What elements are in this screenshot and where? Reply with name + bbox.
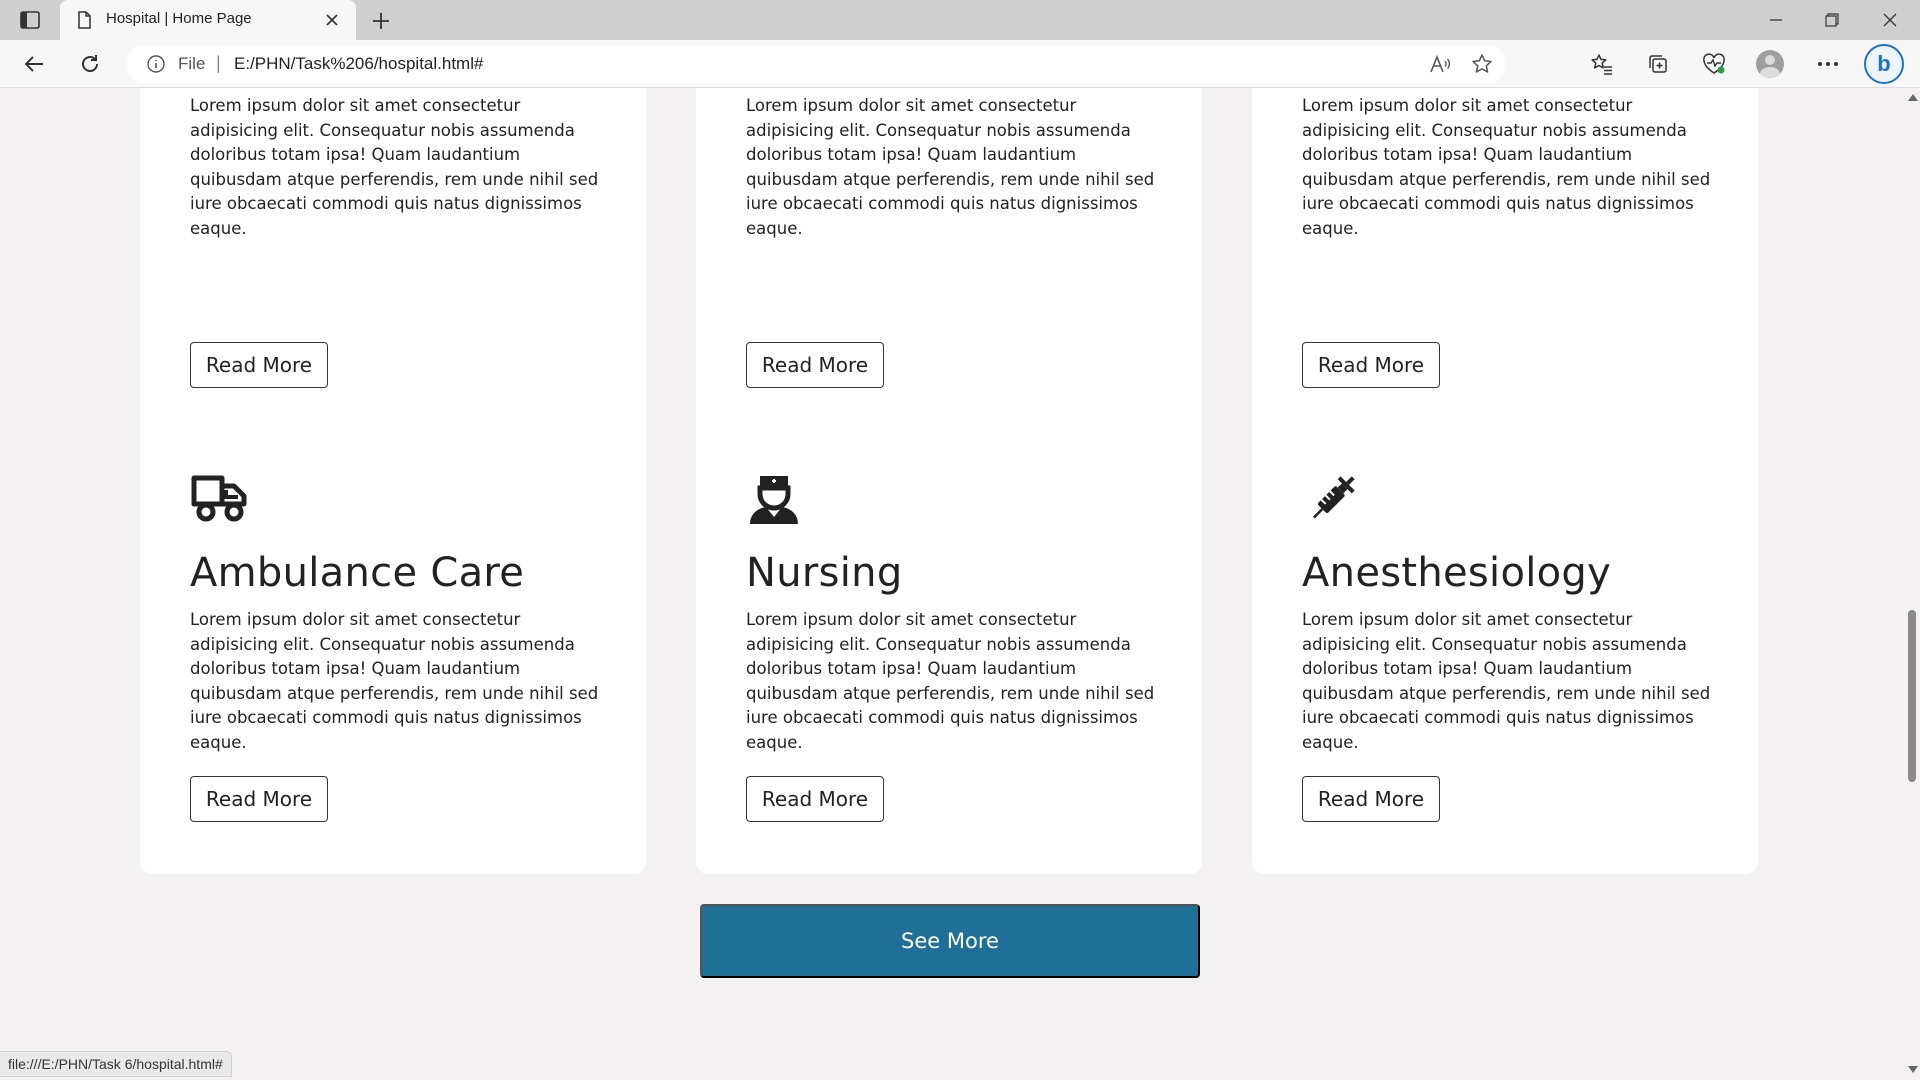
syringe-icon [1302, 472, 1362, 526]
service-description: Lorem ipsum dolor sit amet consectetur a… [746, 610, 1155, 752]
scroll-down-icon[interactable] [1908, 1066, 1918, 1073]
tab-title: Hospital | Home Page [106, 10, 252, 27]
address-url[interactable]: E:/PHN/Task%206/hospital.html# [234, 54, 483, 74]
read-more-button[interactable]: Read More [1302, 342, 1440, 388]
service-title: Anesthesiology [1302, 550, 1612, 596]
read-more-button[interactable]: Read More [1302, 776, 1440, 822]
address-separator: | [216, 53, 221, 73]
browser-tab-bar: Hospital | Home Page [0, 0, 1920, 40]
close-tab-icon[interactable] [322, 10, 342, 30]
service-description: Lorem ipsum dolor sit amet consectetur a… [190, 610, 599, 752]
service-title: Ambulance Care [190, 550, 525, 596]
browser-tab-active[interactable]: Hospital | Home Page [60, 0, 356, 40]
service-card-nursing: Nursing Lorem ipsum dolor sit amet conse… [696, 402, 1202, 874]
page-icon [74, 10, 94, 30]
service-description: Lorem ipsum dolor sit amet consectetur a… [746, 96, 1155, 238]
service-description: Lorem ipsum dolor sit amet consectetur a… [1302, 610, 1711, 752]
info-icon[interactable] [146, 54, 166, 74]
service-title: Nursing [746, 550, 903, 596]
read-more-button[interactable]: Read More [190, 776, 328, 822]
see-more-button[interactable]: See More [700, 904, 1200, 978]
scrollbar-thumb[interactable] [1908, 610, 1916, 782]
read-aloud-icon[interactable] [1428, 52, 1452, 76]
service-card: Lorem ipsum dolor sit amet consectetur a… [696, 88, 1202, 440]
minimize-icon[interactable] [1756, 6, 1796, 34]
favorites-icon[interactable] [1586, 48, 1618, 80]
read-more-button[interactable]: Read More [190, 342, 328, 388]
nurse-icon [746, 472, 806, 526]
new-tab-icon[interactable] [368, 8, 394, 34]
ambulance-icon [190, 472, 250, 526]
copilot-icon[interactable]: b [1864, 44, 1904, 84]
browser-essentials-icon[interactable] [1698, 48, 1730, 80]
read-more-button[interactable]: Read More [746, 776, 884, 822]
restore-icon[interactable] [1812, 6, 1852, 34]
profile-avatar[interactable] [1756, 50, 1784, 78]
page-scrollbar[interactable] [1904, 88, 1920, 1080]
service-card: Lorem ipsum dolor sit amet consectetur a… [1252, 88, 1758, 440]
service-card-ambulance: Ambulance Care Lorem ipsum dolor sit ame… [140, 402, 646, 874]
favorite-star-icon[interactable] [1470, 52, 1494, 76]
close-window-icon[interactable] [1870, 6, 1910, 34]
status-bar-url: file:///E:/PHN/Task 6/hospital.html# [0, 1051, 232, 1077]
reload-icon[interactable] [74, 48, 106, 80]
back-icon[interactable] [18, 48, 50, 80]
browser-toolbar: File | E:/PHN/Task%206/hospital.html# b [0, 40, 1920, 88]
address-scheme-label: File [178, 54, 206, 73]
read-more-button[interactable]: Read More [746, 342, 884, 388]
scroll-up-icon[interactable] [1908, 94, 1918, 101]
more-options-icon[interactable] [1812, 48, 1844, 80]
address-bar[interactable]: File | E:/PHN/Task%206/hospital.html# [126, 45, 1506, 83]
service-description: Lorem ipsum dolor sit amet consectetur a… [1302, 96, 1711, 238]
service-description: Lorem ipsum dolor sit amet consectetur a… [190, 96, 599, 238]
tab-actions-icon[interactable] [18, 9, 42, 31]
service-card: Lorem ipsum dolor sit amet consectetur a… [140, 88, 646, 440]
service-card-anesthesiology: Anesthesiology Lorem ipsum dolor sit ame… [1252, 402, 1758, 874]
page-content: Lorem ipsum dolor sit amet consectetur a… [0, 88, 1904, 1080]
collections-icon[interactable] [1642, 48, 1674, 80]
